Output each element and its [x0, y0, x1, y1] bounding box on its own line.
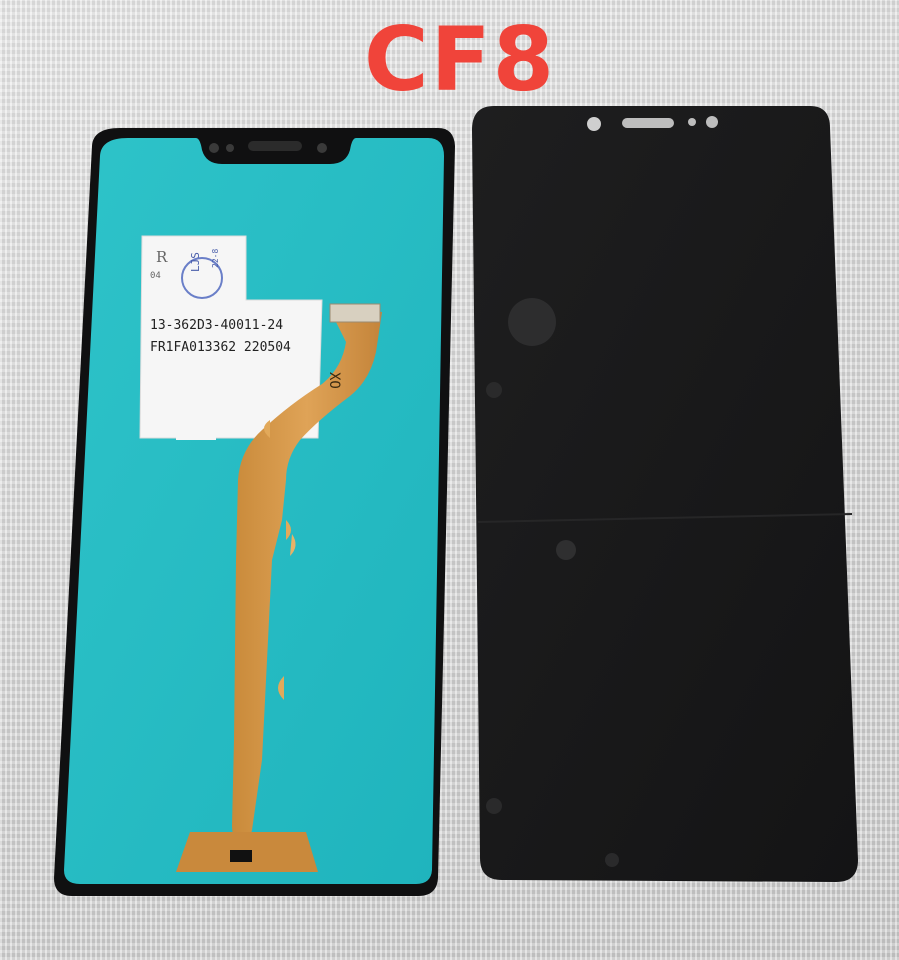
r-small-text: 04: [150, 271, 161, 281]
stamp-text: LJS: [189, 252, 202, 272]
right-earpiece-slot: [622, 118, 674, 128]
right-camera-dot: [706, 116, 718, 128]
left-earpiece-slot: [248, 141, 302, 151]
label-serial-line: 13-362D3-40011-24: [150, 318, 284, 333]
left-sensor-dot: [209, 143, 219, 153]
right-panel-screen: [472, 106, 858, 882]
product-photo: R: [54, 106, 858, 896]
ic-chip: [230, 850, 252, 862]
stamp-small-text: 22-8: [211, 248, 220, 268]
flex-connector: [329, 303, 381, 323]
right-sensor-dot: [688, 118, 696, 126]
r-mark: R: [156, 248, 168, 266]
right-sensor-dot: [587, 117, 601, 131]
label-batch-line: FR1FA013362 220504: [150, 340, 291, 355]
left-sensor-dot: [226, 144, 234, 152]
screen-reflection: [508, 298, 556, 346]
flex-marking: XO: [326, 372, 342, 389]
left-camera-dot: [317, 143, 327, 153]
